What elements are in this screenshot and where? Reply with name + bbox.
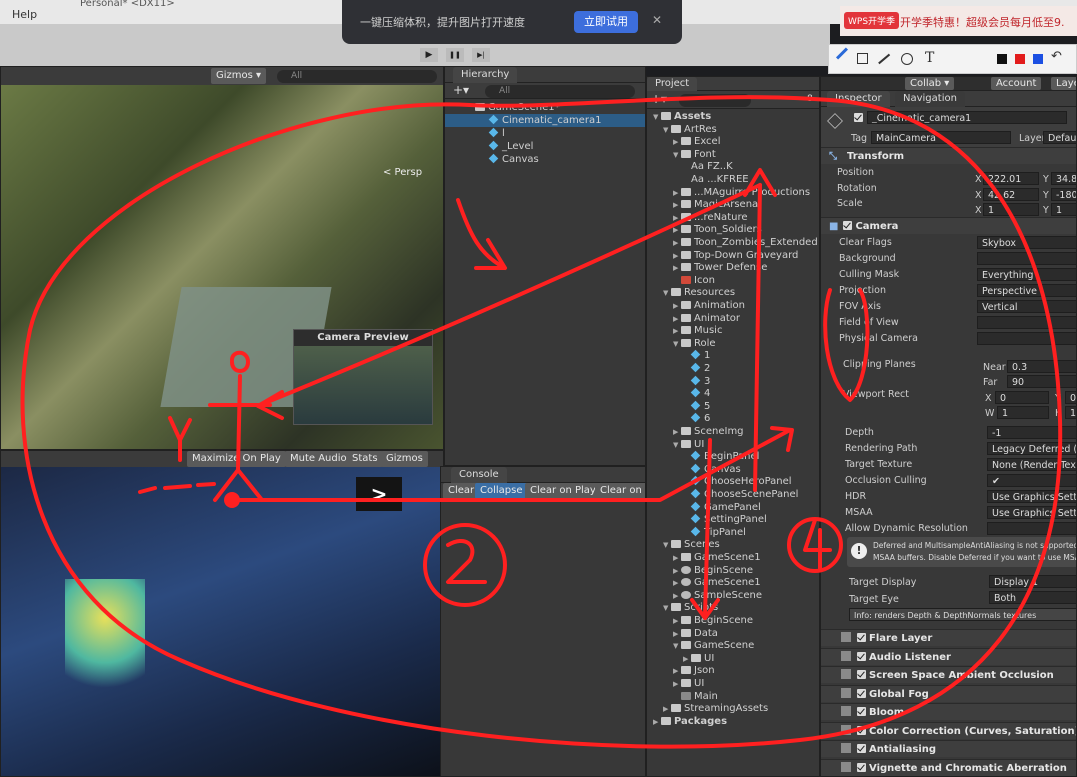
annotation-arrow-to-scene <box>256 183 762 420</box>
annotation-origin-dot <box>224 492 240 508</box>
annotation-down-arrow <box>690 438 720 620</box>
annotation-large-loop <box>20 95 1063 749</box>
red-annotation-overlay <box>20 95 1063 749</box>
annotation-digit-4 <box>803 518 832 572</box>
annotation-letter-y <box>823 288 870 402</box>
annotation-dash-1 <box>138 486 157 494</box>
annotation-dash-2 <box>163 484 192 490</box>
annotation-digit-2 <box>446 539 487 584</box>
annotation-stick-figure <box>208 350 272 502</box>
annotation-y-mark <box>168 416 192 462</box>
annotation-arrow-right <box>456 198 507 270</box>
annotation-dash-3 <box>196 482 216 487</box>
annotation-circle-4 <box>787 517 843 573</box>
